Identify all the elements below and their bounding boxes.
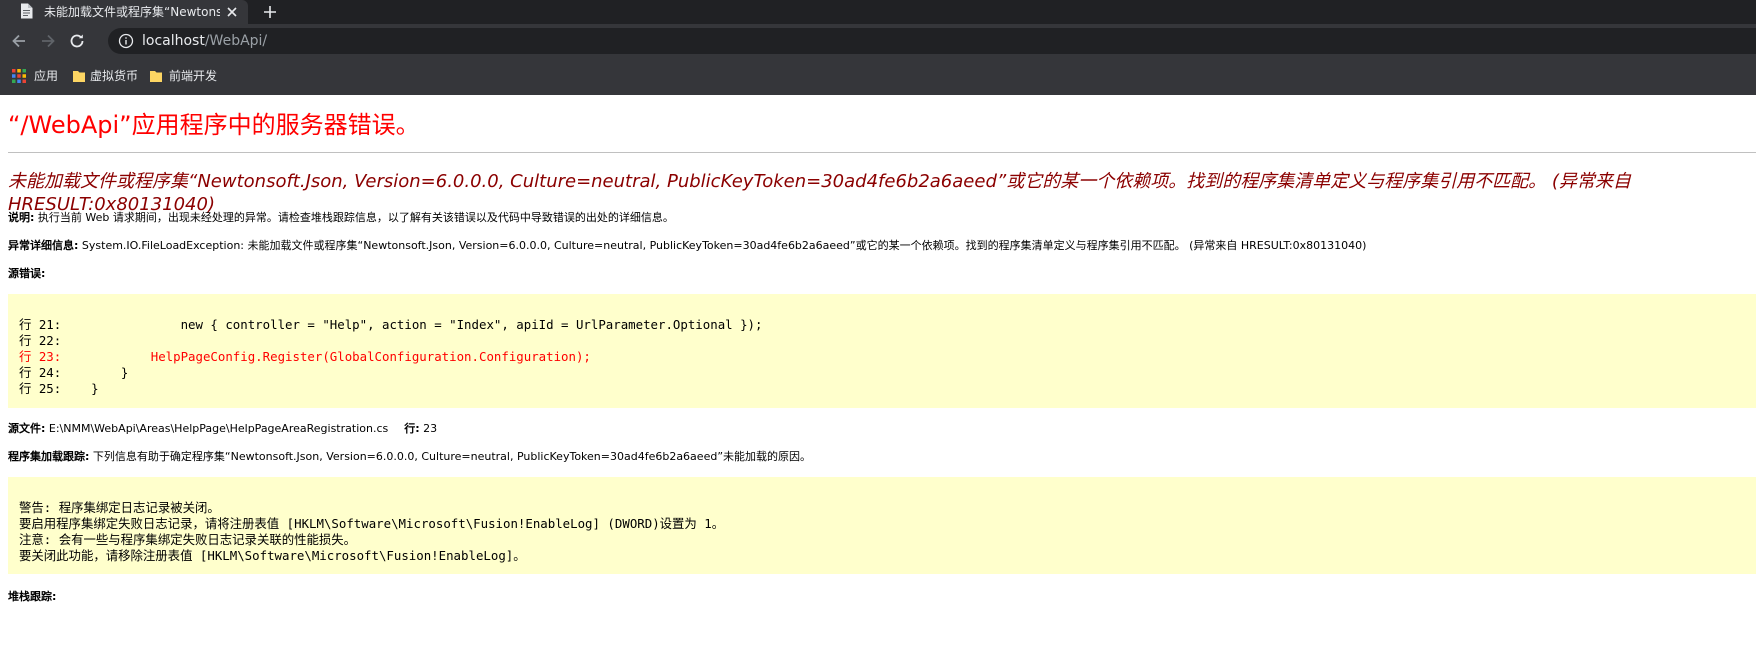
close-icon[interactable] — [224, 4, 240, 20]
browser-toolbar: localhost/WebApi/ — [0, 24, 1756, 58]
url-path: /WebApi/ — [204, 33, 268, 49]
bookmark-label: 应用 — [34, 69, 59, 83]
folder-icon — [73, 71, 85, 82]
source-error-heading: 源错误: — [8, 266, 45, 282]
stack-trace-label: 堆栈跟踪: — [8, 590, 57, 603]
page-content: “/WebApi”应用程序中的服务器错误。 未能加载文件或程序集“Newtons… — [0, 95, 1756, 666]
trace-line: 要启用程序集绑定失败日志记录，请将注册表值 [HKLM\Software\Mic… — [19, 516, 725, 531]
new-tab-plus-icon[interactable] — [260, 2, 280, 22]
source-error-label: 源错误: — [8, 267, 46, 280]
source-file-label: 源文件: — [8, 422, 46, 435]
address-bar[interactable]: localhost/WebApi/ — [108, 28, 1756, 54]
trace-line: 警告: 程序集绑定日志记录被关闭。 — [19, 500, 220, 515]
forward-arrow-icon[interactable] — [37, 30, 59, 52]
tab-strip: 未能加载文件或程序集“Newtonsoft.Json, Version=6.0.… — [0, 0, 1756, 24]
tab-title: 未能加载文件或程序集“Newtonsoft.Json, Version=6.0.… — [44, 5, 220, 19]
source-file-path: E:\NMM\WebApi\Areas\HelpPage\HelpPageAre… — [45, 422, 389, 435]
browser-tab-active[interactable]: 未能加载文件或程序集“Newtonsoft.Json, Version=6.0.… — [0, 0, 248, 24]
assembly-trace-log: 警告: 程序集绑定日志记录被关闭。 要启用程序集绑定失败日志记录，请将注册表值 [… — [19, 500, 724, 564]
description: 说明: 执行当前 Web 请求期间，出现未经处理的异常。请检查堆栈跟踪信息，以了… — [8, 210, 674, 226]
bookmarks-bar: 应用 虚拟货币 前端开发 — [0, 58, 1756, 95]
reload-icon[interactable] — [66, 30, 88, 52]
page-title: “/WebApi”应用程序中的服务器错误。 — [8, 111, 420, 139]
bookmark-label: 前端开发 — [169, 69, 218, 83]
code-line-error: 行 23: HelpPageConfig.Register(GlobalConf… — [19, 349, 591, 364]
apps-grid-icon — [12, 69, 26, 83]
code-line: 行 21: new { controller = "Help", action … — [19, 317, 763, 332]
line-number: 23 — [419, 422, 438, 435]
code-line: 行 24: } — [19, 365, 129, 380]
trace-line: 要关闭此功能，请移除注册表值 [HKLM\Software\Microsoft\… — [19, 548, 526, 563]
source-file: 源文件: E:\NMM\WebApi\Areas\HelpPage\HelpPa… — [8, 421, 437, 437]
assembly-load-trace: 程序集加载跟踪: 下列信息有助于确定程序集“Newtonsoft.Json, V… — [8, 449, 811, 465]
source-code-block: 行 21: new { controller = "Help", action … — [8, 294, 1756, 408]
code-line: 行 25: } — [19, 381, 99, 396]
source-code: 行 21: new { controller = "Help", action … — [19, 317, 762, 397]
trace-line: 注意: 会有一些与程序集绑定失败日志记录关联的性能损失。 — [19, 532, 357, 547]
folder-icon — [150, 71, 162, 82]
exception-text: System.IO.FileLoadException: 未能加载文件或程序集“… — [78, 239, 1367, 252]
code-line: 行 22: — [19, 333, 62, 348]
bookmark-label: 虚拟货币 — [90, 69, 139, 83]
description-label: 说明: — [8, 211, 35, 224]
assembly-trace-label: 程序集加载跟踪: — [8, 450, 90, 463]
stack-trace-heading: 堆栈跟踪: — [8, 589, 56, 605]
assembly-trace-block: 警告: 程序集绑定日志记录被关闭。 要启用程序集绑定失败日志记录，请将注册表值 [… — [8, 477, 1756, 574]
divider — [8, 152, 1756, 153]
description-text: 执行当前 Web 请求期间，出现未经处理的异常。请检查堆栈跟踪信息，以了解有关该… — [34, 211, 674, 224]
exception-details: 异常详细信息: System.IO.FileLoadException: 未能加… — [8, 238, 1366, 254]
document-icon — [21, 3, 33, 19]
assembly-trace-text: 下列信息有助于确定程序集“Newtonsoft.Json, Version=6.… — [89, 450, 812, 463]
url-text[interactable]: localhost/WebApi/ — [142, 28, 267, 54]
info-icon[interactable] — [118, 33, 134, 49]
url-host: localhost — [142, 33, 205, 49]
line-label: 行: — [404, 422, 420, 435]
back-arrow-icon[interactable] — [8, 30, 30, 52]
exception-label: 异常详细信息: — [8, 239, 79, 252]
